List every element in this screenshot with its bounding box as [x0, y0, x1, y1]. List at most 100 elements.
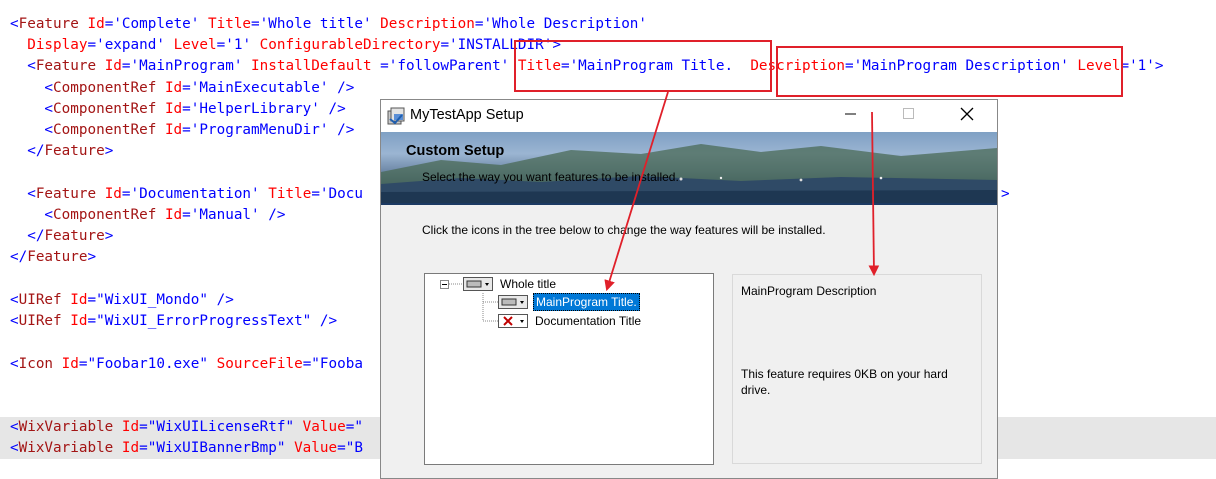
code-line: <ComponentRef Id='MainExecutable' /> [10, 78, 354, 99]
code-token: < [10, 313, 19, 329]
code-token: < [10, 419, 19, 435]
feature-tree[interactable]: Whole title MainProgram Title. Documenta… [424, 273, 714, 465]
code-line: <ComponentRef Id='HelperLibrary' /> [10, 99, 345, 120]
code-token: '1' [1129, 58, 1155, 74]
code-token: 'Documentation' [130, 186, 260, 202]
code-token: > [87, 249, 97, 265]
code-token: SourceFile [216, 356, 303, 372]
code-token: 'MainExecutable' [190, 80, 329, 96]
code-token: = [371, 58, 389, 74]
code-token: Id [104, 186, 122, 202]
code-token: Icon [18, 356, 54, 372]
description-annotation-box [776, 46, 1123, 97]
code-token: 'expand' [96, 37, 165, 53]
code-token: /> [328, 80, 355, 96]
code-line: <Icon Id="Foobar10.exe" SourceFile="Foob… [10, 354, 363, 375]
code-token: < [10, 101, 54, 117]
feature-description: MainProgram Description [741, 284, 877, 298]
code-token: = [121, 58, 131, 74]
code-token: /> [208, 292, 234, 308]
code-token: Id [164, 80, 183, 96]
code-token: = [182, 80, 191, 96]
code-token: ConfigurableDirectory [259, 37, 441, 53]
tree-item-documentation[interactable]: Documentation Title [498, 312, 643, 330]
code-token: = [139, 419, 148, 435]
tree-item-label-selected: MainProgram Title. [533, 293, 640, 311]
code-token: ComponentRef [53, 101, 157, 117]
code-token: Id [70, 313, 88, 329]
code-line-tail: > [1001, 186, 1010, 202]
code-token: ComponentRef [53, 80, 157, 96]
code-token: = [440, 37, 450, 53]
code-token: < [10, 186, 36, 202]
code-token: WixVariable [18, 419, 114, 435]
code-token: = [121, 186, 131, 202]
minimize-button[interactable] [828, 100, 874, 132]
tree-item-whole[interactable]: Whole title [463, 275, 558, 293]
code-token: = [182, 122, 191, 138]
code-token: Id [164, 122, 183, 138]
code-line: <ComponentRef Id='ProgramMenuDir' /> [10, 120, 354, 141]
installer-icon [386, 105, 408, 127]
code-token: < [10, 207, 54, 223]
feature-installed-icon[interactable] [463, 277, 493, 291]
code-token: ComponentRef [53, 122, 157, 138]
code-token: Feature [44, 143, 105, 159]
code-token: '1' [225, 37, 252, 53]
code-token: < [10, 80, 54, 96]
code-token: Id [61, 356, 79, 372]
code-line: Display='expand' Level='1' ConfigurableD… [10, 35, 561, 56]
tree-item-mainprogram[interactable]: MainProgram Title. [498, 293, 640, 311]
feature-installed-icon[interactable] [498, 295, 528, 309]
code-token: InstallDefault [251, 58, 372, 74]
code-token: Feature [44, 228, 105, 244]
code-token: 'MainProgram' [130, 58, 243, 74]
title-annotation-box [514, 40, 772, 92]
code-token: < [10, 122, 54, 138]
code-token: Feature [35, 58, 97, 74]
code-token: UIRef [18, 292, 62, 308]
code-line: <UIRef Id="WixUI_Mondo" /> [10, 290, 234, 311]
maximize-button[interactable] [886, 100, 932, 132]
code-token: 'Manual' [190, 207, 260, 223]
title-bar[interactable]: MyTestApp Setup [381, 100, 997, 132]
code-line: <UIRef Id="WixUI_ErrorProgressText" /> [10, 311, 337, 332]
tree-item-label: Documentation Title [535, 314, 642, 328]
code-line: </Feature> [10, 141, 113, 162]
code-token: = [337, 440, 346, 456]
code-token: = [182, 207, 191, 223]
code-token: Id [164, 101, 183, 117]
code-token: = [251, 16, 260, 32]
code-token: Id [121, 419, 140, 435]
code-line: <ComponentRef Id='Manual' /> [10, 205, 285, 226]
code-token: > [104, 228, 114, 244]
close-icon [960, 107, 974, 126]
close-button[interactable] [944, 100, 990, 132]
code-token: < [10, 440, 19, 456]
code-token: 'followParent' [388, 58, 510, 74]
code-token: WixVariable [18, 440, 114, 456]
code-token: = [139, 440, 148, 456]
code-token: = [87, 292, 97, 308]
feature-unavailable-icon[interactable] [498, 314, 528, 328]
code-token: < [10, 292, 19, 308]
tree-item-label: Whole title [500, 277, 557, 291]
code-token: 'Whole Description' [483, 16, 648, 32]
instruction-text: Click the icons in the tree below to cha… [422, 223, 826, 237]
code-token: " [354, 419, 363, 435]
code-token: Id [121, 440, 140, 456]
collapse-icon[interactable] [440, 280, 449, 289]
banner: Custom Setup Select the way you want fea… [381, 132, 997, 204]
code-line: <Feature Id='Complete' Title='Whole titl… [10, 14, 647, 35]
code-token: = [87, 313, 97, 329]
code-token: "B [345, 440, 363, 456]
